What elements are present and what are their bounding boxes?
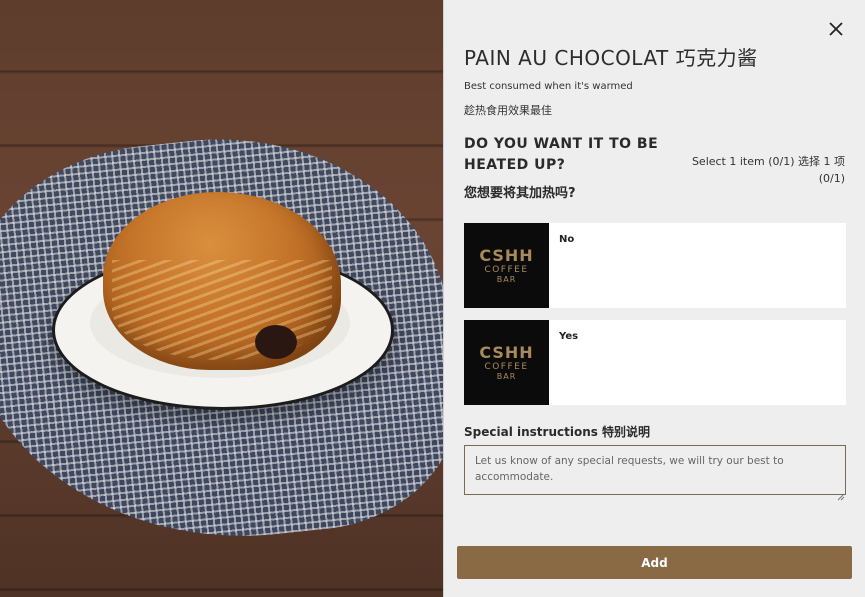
logo-line-3: BAR — [496, 371, 517, 381]
product-title: PAIN AU CHOCOLAT 巧克力酱 — [464, 46, 758, 70]
question-title-cn: 您想要将其加热吗? — [464, 186, 576, 201]
special-instructions-input[interactable] — [464, 445, 846, 495]
cshh-coffee-bar-logo: CSHH COFFEE BAR — [464, 223, 549, 308]
close-icon[interactable] — [825, 18, 847, 40]
logo-line-1: CSHH — [479, 342, 534, 362]
chocolate-filling — [255, 325, 297, 359]
add-button[interactable]: Add — [457, 546, 852, 579]
special-instructions-label: Special instructions 特别说明 — [464, 425, 651, 439]
option-no[interactable]: CSHH COFFEE BAR No — [464, 223, 846, 308]
logo-line-3: BAR — [496, 274, 517, 284]
pastry-layers — [112, 260, 332, 360]
cshh-coffee-bar-logo: CSHH COFFEE BAR — [464, 320, 549, 405]
option-yes[interactable]: CSHH COFFEE BAR Yes — [464, 320, 846, 405]
product-description-cn: 趁热食用效果最佳 — [464, 104, 552, 117]
option-label: Yes — [559, 331, 579, 342]
product-description-en: Best consumed when it's warmed — [464, 81, 633, 92]
selection-hint: Select 1 item (0/1) 选择 1 项 (0/1) — [691, 155, 845, 185]
logo-line-1: CSHH — [479, 245, 534, 265]
logo-line-2: COFFEE — [484, 361, 529, 372]
product-image — [0, 0, 443, 597]
logo-line-2: COFFEE — [484, 264, 529, 275]
question-title: DO YOU WANT IT TO BE HEATED UP? — [464, 136, 659, 173]
product-options-panel: PAIN AU CHOCOLAT 巧克力酱 Best consumed when… — [443, 0, 865, 597]
resize-grip-icon[interactable] — [837, 486, 845, 501]
option-label: No — [559, 234, 575, 245]
